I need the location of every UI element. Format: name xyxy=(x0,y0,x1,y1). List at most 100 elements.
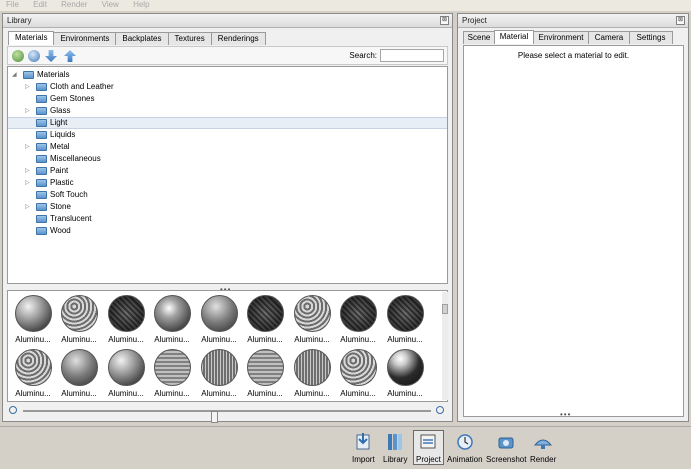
material-thumbnail[interactable]: Aluminu... xyxy=(149,295,195,344)
material-thumbnail[interactable]: Aluminu... xyxy=(103,295,149,344)
thumbnail-label: Aluminu... xyxy=(108,335,144,344)
material-thumbnail[interactable]: Aluminu... xyxy=(382,349,428,398)
material-thumbnail[interactable]: Aluminu... xyxy=(10,295,56,344)
collapsed-arrow-icon[interactable]: ▷ xyxy=(25,141,30,153)
material-thumbnail[interactable]: Aluminu... xyxy=(196,349,242,398)
tree-item-light[interactable]: Light xyxy=(8,117,447,129)
tree-item-liquids[interactable]: Liquids xyxy=(8,129,447,141)
library-icon xyxy=(385,431,405,453)
library-button[interactable]: Library xyxy=(383,431,407,464)
zoom-in-icon[interactable] xyxy=(436,406,444,414)
material-thumbnail[interactable]: Aluminu... xyxy=(242,295,288,344)
import-icon xyxy=(353,431,373,453)
material-thumbnail[interactable]: Aluminu... xyxy=(335,349,381,398)
material-sphere-preview xyxy=(386,295,424,332)
folder-icon xyxy=(36,227,47,235)
thumbnail-label: Aluminu... xyxy=(387,335,423,344)
project-tabs: Scene Material Environment Camera Settin… xyxy=(463,30,673,44)
thumbnail-label: Aluminu... xyxy=(154,389,190,398)
import-label: Import xyxy=(352,455,375,464)
material-thumbnail[interactable]: Aluminu... xyxy=(56,349,102,398)
tree-item-wood[interactable]: Wood xyxy=(8,225,447,237)
slider-handle[interactable] xyxy=(211,411,218,423)
tree-item-paint[interactable]: ▷ Paint xyxy=(8,165,447,177)
thumbnail-size-slider[interactable] xyxy=(23,410,431,423)
material-thumbnail[interactable]: Aluminu... xyxy=(289,295,335,344)
zoom-out-icon[interactable] xyxy=(9,406,17,414)
thumbnail-label: Aluminu... xyxy=(294,335,330,344)
menu-render[interactable]: Render xyxy=(61,0,87,10)
material-thumbnail[interactable]: Aluminu... xyxy=(335,295,381,344)
material-thumbnail[interactable]: Aluminu... xyxy=(149,349,195,398)
tree-item-soft-touch[interactable]: Soft Touch xyxy=(8,189,447,201)
tree-item-metal[interactable]: ▷ Metal xyxy=(8,141,447,153)
material-sphere-preview xyxy=(153,295,191,332)
material-thumbnail[interactable]: Aluminu... xyxy=(382,295,428,344)
material-thumbnail[interactable]: Aluminu... xyxy=(103,349,149,398)
refresh-icon[interactable] xyxy=(28,50,40,62)
render-icon xyxy=(533,431,553,453)
tree-root[interactable]: ◢ Materials xyxy=(8,69,447,81)
material-tree[interactable]: ◢ Materials ▷ Cloth and Leather Gem Ston… xyxy=(7,66,448,284)
material-thumbnail[interactable]: Aluminu... xyxy=(242,349,288,398)
tab-textures[interactable]: Textures xyxy=(167,32,212,45)
tree-item-cloth-and-leather[interactable]: ▷ Cloth and Leather xyxy=(8,81,447,93)
tree-item-label: Stone xyxy=(50,202,71,211)
project-splitter-handle[interactable]: ••• xyxy=(560,410,571,419)
add-folder-icon[interactable] xyxy=(12,50,24,62)
menu-view[interactable]: View xyxy=(102,0,119,10)
tree-item-miscellaneous[interactable]: Miscellaneous xyxy=(8,153,447,165)
search-input[interactable] xyxy=(380,49,444,62)
project-button[interactable]: Project xyxy=(413,430,444,465)
tab-settings[interactable]: Settings xyxy=(629,31,673,44)
tree-item-plastic[interactable]: ▷ Plastic xyxy=(8,177,447,189)
tab-backplates[interactable]: Backplates xyxy=(115,32,169,45)
tab-scene[interactable]: Scene xyxy=(463,31,495,44)
close-icon[interactable]: ⊠ xyxy=(440,16,449,25)
tree-item-label: Soft Touch xyxy=(50,190,88,199)
menu-edit[interactable]: Edit xyxy=(33,0,47,10)
thumbnail-label: Aluminu... xyxy=(201,389,237,398)
tree-item-glass[interactable]: ▷ Glass xyxy=(8,105,447,117)
thumbnail-scrollbar[interactable] xyxy=(442,292,448,400)
material-thumbnail[interactable]: Aluminu... xyxy=(56,295,102,344)
tree-item-label: Paint xyxy=(50,166,69,175)
thumbnail-label: Aluminu... xyxy=(387,389,423,398)
material-sphere-preview xyxy=(386,349,424,386)
tab-material[interactable]: Material xyxy=(494,30,534,44)
collapsed-arrow-icon[interactable]: ▷ xyxy=(25,201,30,213)
material-thumbnail[interactable]: Aluminu... xyxy=(10,349,56,398)
collapsed-arrow-icon[interactable]: ▷ xyxy=(25,165,30,177)
tab-camera[interactable]: Camera xyxy=(588,31,630,44)
animation-button[interactable]: Animation xyxy=(447,431,483,464)
close-icon[interactable]: ⊠ xyxy=(676,16,685,25)
material-thumbnail[interactable]: Aluminu... xyxy=(196,295,242,344)
material-thumbnail[interactable]: Aluminu... xyxy=(289,349,335,398)
scrollbar-thumb[interactable] xyxy=(442,304,448,314)
material-sphere-preview xyxy=(14,349,52,386)
collapsed-arrow-icon[interactable]: ▷ xyxy=(25,105,30,117)
tab-environments[interactable]: Environments xyxy=(53,32,117,45)
tab-environment[interactable]: Environment xyxy=(533,31,589,44)
folder-icon xyxy=(36,95,47,103)
menu-help[interactable]: Help xyxy=(133,0,149,10)
import-button[interactable]: Import xyxy=(352,431,375,464)
folder-icon xyxy=(36,215,47,223)
tree-item-translucent[interactable]: Translucent xyxy=(8,213,447,225)
arrow-down-icon[interactable] xyxy=(45,50,57,62)
tree-item-gem-stones[interactable]: Gem Stones xyxy=(8,93,447,105)
arrow-up-icon[interactable] xyxy=(64,50,76,62)
tab-materials[interactable]: Materials xyxy=(8,31,55,45)
folder-icon xyxy=(36,203,47,211)
tab-renderings[interactable]: Renderings xyxy=(210,32,266,45)
expanded-arrow-icon[interactable]: ◢ xyxy=(12,69,17,81)
render-button[interactable]: Render xyxy=(530,431,556,464)
collapsed-arrow-icon[interactable]: ▷ xyxy=(25,177,30,189)
project-message: Please select a material to edit. xyxy=(517,51,630,60)
thumbnail-label: Aluminu... xyxy=(61,335,97,344)
menu-file[interactable]: File xyxy=(6,0,19,10)
collapsed-arrow-icon[interactable]: ▷ xyxy=(25,81,30,93)
screenshot-button[interactable]: Screenshot xyxy=(486,431,526,464)
folder-icon xyxy=(36,179,47,187)
tree-item-stone[interactable]: ▷ Stone xyxy=(8,201,447,213)
